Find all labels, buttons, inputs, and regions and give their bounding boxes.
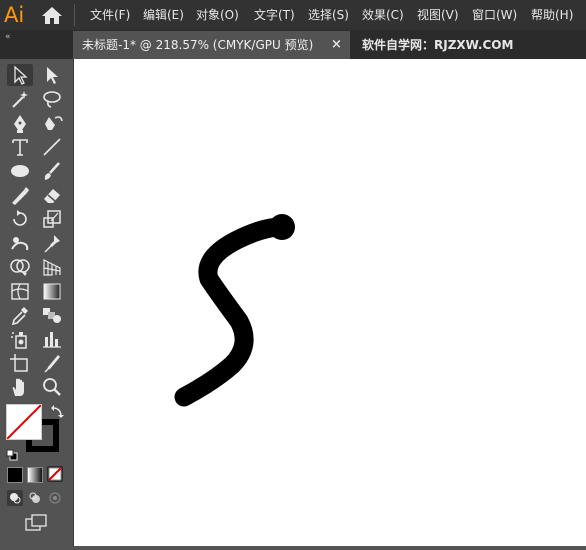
drawn-path[interactable]: [74, 59, 586, 546]
path-endpoint: [269, 214, 295, 240]
puppet-warp-tool-icon[interactable]: [7, 232, 33, 254]
eyedropper-tool-icon[interactable]: [7, 304, 33, 326]
zoom-tool-icon[interactable]: [39, 376, 65, 398]
fill-swatch-none[interactable]: [6, 404, 42, 440]
shaper-tool-icon[interactable]: [7, 184, 33, 206]
app-logo: Ai: [4, 3, 25, 27]
draw-inside-icon[interactable]: [47, 490, 63, 506]
shape-builder-tool-icon[interactable]: [7, 256, 33, 278]
collapse-panel-icon[interactable]: «: [5, 33, 11, 42]
selection-tool-icon[interactable]: [7, 64, 33, 86]
lasso-tool-icon[interactable]: [39, 88, 65, 110]
scale-tool-icon[interactable]: [39, 208, 65, 230]
menu-window[interactable]: 窗口(W): [472, 0, 517, 30]
tools-panel: [0, 59, 74, 546]
type-tool-icon[interactable]: [7, 136, 33, 158]
pin-tool-icon[interactable]: [39, 232, 65, 254]
menu-edit[interactable]: 编辑(E): [143, 0, 184, 30]
curvature-tool-icon[interactable]: [39, 112, 65, 134]
blend-tool-icon[interactable]: [39, 304, 65, 326]
perspective-grid-tool-icon[interactable]: [39, 256, 65, 278]
menu-type[interactable]: 文字(T): [254, 0, 295, 30]
menu-file[interactable]: 文件(F): [90, 0, 130, 30]
menu-view[interactable]: 视图(V): [417, 0, 459, 30]
tab-document-title[interactable]: 未标题-1* @ 218.57% (CMYK/GPU 预览): [82, 31, 313, 59]
menu-divider: [74, 4, 75, 26]
menu-select[interactable]: 选择(S): [308, 0, 349, 30]
column-graph-tool-icon[interactable]: [39, 328, 65, 350]
symbol-sprayer-tool-icon[interactable]: [7, 328, 33, 350]
mesh-tool-icon[interactable]: [7, 280, 33, 302]
screen-mode-icon[interactable]: [24, 514, 48, 532]
menu-effect[interactable]: 效果(C): [362, 0, 404, 30]
line-segment-tool-icon[interactable]: [39, 136, 65, 158]
rotate-tool-icon[interactable]: [7, 208, 33, 230]
magic-wand-tool-icon[interactable]: [7, 88, 33, 110]
home-icon[interactable]: [40, 5, 64, 25]
paintbrush-tool-icon[interactable]: [39, 160, 65, 182]
draw-behind-icon[interactable]: [27, 490, 43, 506]
none-mode-button[interactable]: [47, 466, 63, 482]
gradient-mode-button[interactable]: [27, 467, 43, 483]
menu-object[interactable]: 对象(O): [196, 0, 239, 30]
draw-normal-icon[interactable]: [7, 490, 23, 506]
menu-bar: Ai 文件(F) 编辑(E) 对象(O) 文字(T) 选择(S) 效果(C) 视…: [0, 0, 586, 30]
eraser-tool-icon[interactable]: [39, 184, 65, 206]
tab-close-icon[interactable]: ×: [331, 31, 342, 59]
color-mode-button[interactable]: [7, 467, 23, 483]
artboard-tool-icon[interactable]: [7, 352, 33, 374]
hand-tool-icon[interactable]: [7, 376, 33, 398]
swap-fill-stroke-icon[interactable]: [50, 404, 64, 418]
artboard-canvas[interactable]: [74, 59, 586, 546]
default-fill-stroke-icon[interactable]: [6, 446, 18, 461]
gradient-tool-icon[interactable]: [39, 280, 65, 302]
tab-other-document[interactable]: 软件自学网：RJZXW.COM: [362, 31, 513, 59]
pen-tool-icon[interactable]: [7, 112, 33, 134]
menu-help[interactable]: 帮助(H): [531, 0, 573, 30]
direct-selection-tool-icon[interactable]: [39, 64, 65, 86]
slice-tool-icon[interactable]: [39, 352, 65, 374]
ellipse-tool-icon[interactable]: [7, 160, 33, 182]
